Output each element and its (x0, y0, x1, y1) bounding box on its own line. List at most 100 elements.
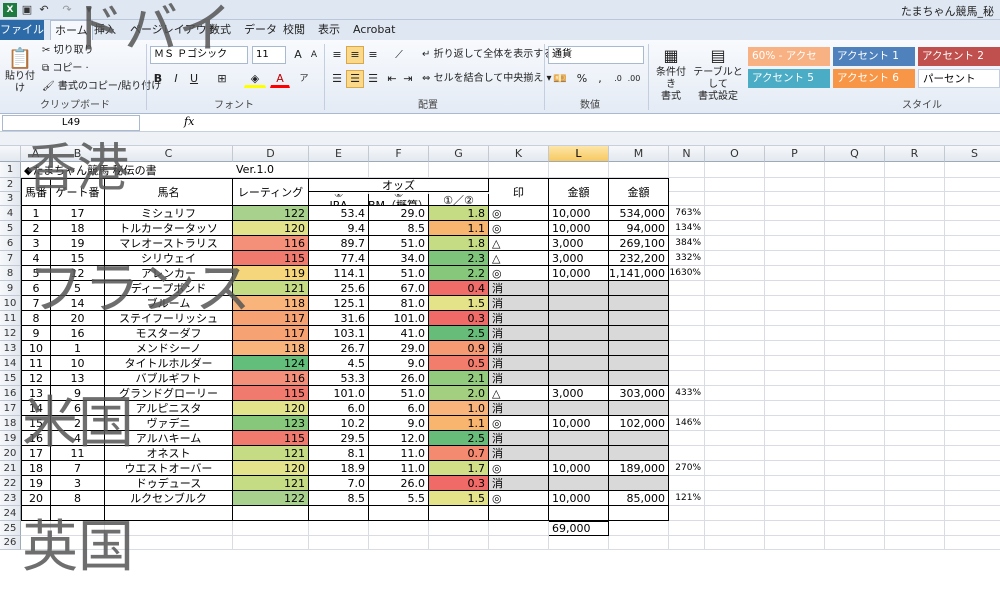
cell-bm-odds[interactable]: 8.5 (369, 221, 429, 236)
decrease-decimal-icon[interactable]: .00 (626, 70, 642, 88)
grid-cell[interactable] (945, 356, 1000, 371)
grid-cell[interactable] (825, 386, 885, 401)
cell-rating[interactable]: 120 (233, 221, 309, 236)
grid-cell[interactable] (669, 311, 705, 326)
row-header[interactable]: 14 (0, 356, 21, 371)
merge-center-button[interactable]: ⇔ セルを結合して中央揃え ▾ (422, 72, 552, 86)
style-cell-60-accent[interactable]: 60% - アクセ (748, 47, 830, 66)
cell-amount-2[interactable]: 534,000 (609, 206, 669, 221)
cell-mark[interactable]: ◎ (489, 416, 549, 431)
grid-cell[interactable] (765, 206, 825, 221)
grid-cell[interactable] (825, 206, 885, 221)
cell-jra-odds[interactable]: 4.5 (309, 356, 369, 371)
underline-button[interactable]: U (186, 70, 202, 88)
grid-cell[interactable] (765, 461, 825, 476)
row-header[interactable]: 9 (0, 281, 21, 296)
grid-cell[interactable] (705, 386, 765, 401)
cell-rating[interactable]: 118 (233, 296, 309, 311)
grid-cell[interactable] (945, 192, 1000, 206)
cell-odds-ratio[interactable]: 1.0 (429, 401, 489, 416)
grid-cell[interactable] (825, 461, 885, 476)
tab-data[interactable]: データ (240, 20, 281, 40)
cell-horse-name[interactable]: メンドシーノ (105, 341, 233, 356)
grid-cell[interactable] (885, 446, 945, 461)
grid-cell[interactable] (309, 521, 369, 536)
row-header[interactable]: 19 (0, 431, 21, 446)
select-all-corner[interactable] (0, 146, 21, 162)
grid-cell[interactable] (945, 431, 1000, 446)
grid-cell[interactable] (705, 521, 765, 536)
grid-cell[interactable] (669, 536, 705, 550)
grid-cell[interactable] (489, 521, 549, 536)
grid-cell[interactable] (765, 162, 825, 178)
cell-amount-2[interactable]: 189,000 (609, 461, 669, 476)
cell-horse-name[interactable]: シリウェイ (105, 251, 233, 266)
format-painter-button[interactable]: 🖌 書式のコピー/貼り付け (42, 80, 161, 94)
grid-cell[interactable] (765, 371, 825, 386)
cell-odds-ratio[interactable]: 1.1 (429, 416, 489, 431)
grid-cell[interactable] (825, 491, 885, 506)
cell-rating[interactable]: 123 (233, 416, 309, 431)
grid-cell[interactable] (825, 521, 885, 536)
grid-cell[interactable] (105, 521, 233, 536)
grid-cell[interactable] (705, 401, 765, 416)
cell-horse-name[interactable]: アルピニスタ (105, 401, 233, 416)
grid-cell[interactable] (945, 178, 1000, 192)
cell-odds-ratio[interactable]: 0.3 (429, 476, 489, 491)
grid-cell[interactable] (825, 221, 885, 236)
cell-rating[interactable]: 116 (233, 236, 309, 251)
grid-cell[interactable] (21, 536, 51, 550)
cell-odds-ratio[interactable]: 1.5 (429, 296, 489, 311)
grid-cell[interactable] (705, 162, 765, 178)
grid-cell[interactable] (885, 236, 945, 251)
grid-cell[interactable] (705, 536, 765, 550)
grid-cell[interactable] (705, 491, 765, 506)
grid-cell[interactable] (885, 162, 945, 178)
cell-jra-odds[interactable]: 101.0 (309, 386, 369, 401)
grid-cell[interactable] (885, 311, 945, 326)
grid-cell[interactable] (825, 178, 885, 192)
cell-amount-2[interactable]: 94,000 (609, 221, 669, 236)
grid-cell[interactable] (885, 506, 945, 521)
cell-bm-odds[interactable]: 5.5 (369, 491, 429, 506)
grid-cell[interactable] (489, 162, 549, 178)
cell-umaban[interactable]: 17 (21, 446, 51, 461)
grid-cell[interactable] (609, 521, 669, 536)
customize-icon[interactable]: ▾ (82, 3, 96, 17)
cell-jra-odds[interactable]: 53.3 (309, 371, 369, 386)
cell-amount-1[interactable] (549, 311, 609, 326)
row-header[interactable]: 18 (0, 416, 21, 431)
cell-umaban[interactable]: 20 (21, 491, 51, 506)
grid-cell[interactable] (705, 371, 765, 386)
cell-gate[interactable]: 16 (51, 326, 105, 341)
grid-cell[interactable] (669, 431, 705, 446)
cell-jra-odds[interactable]: 10.2 (309, 416, 369, 431)
grid-cell[interactable] (885, 281, 945, 296)
grid-cell[interactable] (669, 521, 705, 536)
row-header[interactable]: 10 (0, 296, 21, 311)
grid-cell[interactable] (765, 281, 825, 296)
cell-odds-ratio[interactable]: 0.7 (429, 446, 489, 461)
cell-mark[interactable]: 消 (489, 356, 549, 371)
cell-amount-1[interactable]: 10,000 (549, 221, 609, 236)
format-as-table-button[interactable]: ▤ テーブルとして 書式設定 (692, 44, 744, 102)
cell-horse-name[interactable]: ヴァデニ (105, 416, 233, 431)
grid-cell[interactable] (765, 266, 825, 281)
grid-cell[interactable] (765, 431, 825, 446)
cell-return-pct[interactable]: 433% (669, 386, 705, 401)
grid-cell[interactable] (369, 536, 429, 550)
grid-cell[interactable] (885, 461, 945, 476)
cell-bm-odds[interactable]: 81.0 (369, 296, 429, 311)
cell-umaban[interactable]: 7 (21, 296, 51, 311)
cell-bm-odds[interactable]: 51.0 (369, 266, 429, 281)
grid-cell[interactable] (885, 326, 945, 341)
grid-cell[interactable] (705, 446, 765, 461)
grid-cell[interactable] (825, 536, 885, 550)
tab-acrobat[interactable]: Acrobat (349, 20, 399, 40)
font-size-combo[interactable]: 11 (252, 46, 286, 64)
cell-amount-2[interactable] (609, 431, 669, 446)
cell-odds-ratio[interactable]: 2.5 (429, 326, 489, 341)
cell-mark[interactable]: 消 (489, 281, 549, 296)
save-icon[interactable]: ▣ (20, 3, 34, 17)
cell-amount-2[interactable]: 303,000 (609, 386, 669, 401)
